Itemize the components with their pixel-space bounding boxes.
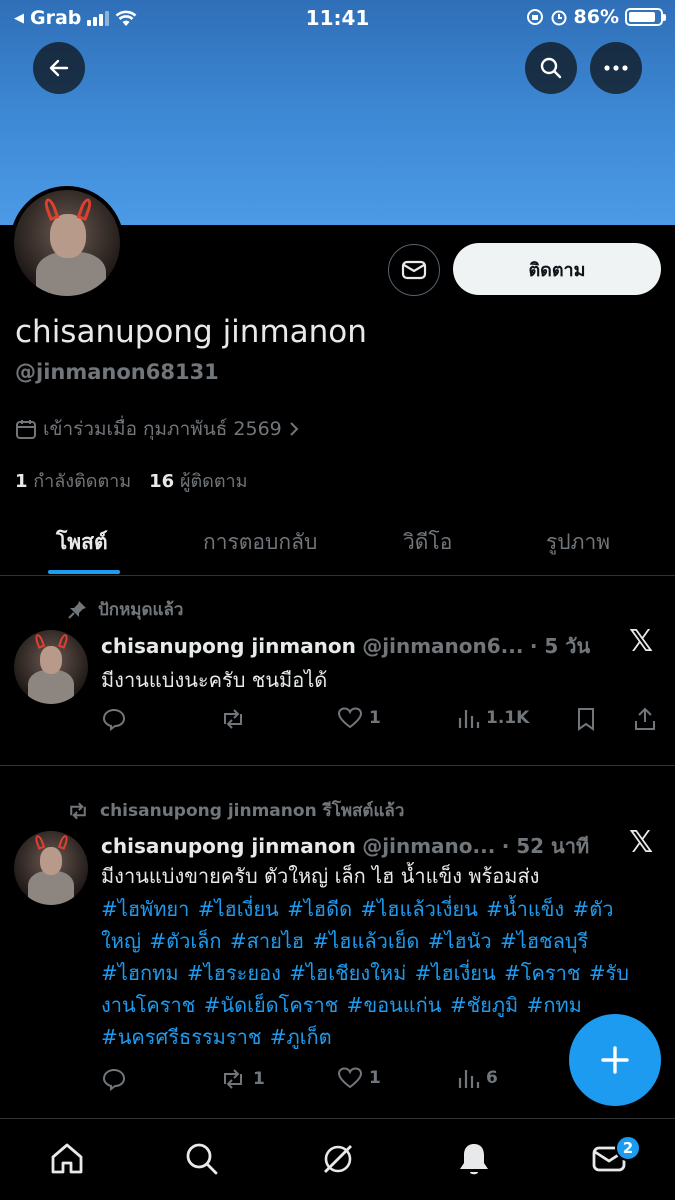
share-icon	[635, 707, 655, 730]
repost-button[interactable]: 1	[219, 1066, 265, 1092]
nav-notifications[interactable]	[454, 1139, 494, 1179]
heart-icon	[337, 707, 363, 729]
search-button[interactable]	[525, 42, 577, 94]
alarm-icon	[551, 10, 567, 26]
home-icon	[51, 1143, 83, 1174]
bell-icon	[460, 1144, 488, 1175]
bottom-nav	[0, 1118, 675, 1200]
x-logo-icon: 𝕏	[629, 825, 654, 860]
pinned-label: ปักหมุดแล้ว	[98, 600, 184, 620]
active-tab-indicator	[48, 570, 120, 574]
compose-button[interactable]	[569, 1014, 661, 1106]
views-button[interactable]: 1.1K	[456, 706, 529, 730]
view-count: 1.1K	[486, 708, 530, 728]
repost-label[interactable]: chisanupong jinmanon รีโพสต์แล้ว	[100, 797, 404, 824]
heart-icon	[337, 1067, 363, 1089]
repost-icon	[224, 1069, 242, 1089]
post-avatar[interactable]	[14, 630, 88, 704]
repost-icon	[224, 709, 242, 729]
share-button[interactable]	[633, 706, 657, 732]
followers-label: ผู้ติดตาม	[179, 471, 248, 492]
tab-replies[interactable]: การตอบกลับ	[203, 526, 317, 559]
repost-count: 1	[253, 1069, 265, 1089]
post-author-name[interactable]: chisanupong jinmanon	[101, 834, 356, 858]
profile-tabs: โพสต์ การตอบกลับ วิดีโอ รูปภาพ	[0, 508, 675, 576]
messages-badge: 2	[615, 1135, 641, 1161]
repost-icon	[70, 802, 86, 819]
bookmark-icon	[578, 708, 594, 731]
profile-handle: @jinmanon68131	[15, 360, 219, 384]
calendar-icon	[16, 420, 36, 439]
orientation-lock-icon	[526, 9, 543, 25]
post-time[interactable]: · 5 วัน	[530, 634, 590, 658]
post-actions: 1 1.1K	[101, 706, 661, 734]
reply-button[interactable]	[101, 706, 127, 732]
envelope-icon	[401, 260, 427, 280]
battery-percent: 86%	[573, 6, 619, 28]
profile-avatar[interactable]	[10, 186, 124, 300]
post-time[interactable]: · 52 นาที	[502, 834, 589, 858]
tab-videos[interactable]: วิดีโอ	[403, 526, 452, 559]
nav-grok[interactable]	[318, 1139, 358, 1179]
plus-icon	[601, 1046, 629, 1074]
analytics-icon	[458, 1070, 480, 1088]
search-icon	[186, 1143, 218, 1175]
post-header: chisanupong jinmanon @jinmanon6... · 5 ว…	[101, 630, 590, 662]
following-link[interactable]: 1 กำลังติดตาม	[15, 466, 131, 495]
joined-label: เข้าร่วมเมื่อ กุมภาพันธ์ 2569	[43, 418, 282, 440]
post-hashtags[interactable]: #ไฮพัทยา #ไฮเงี่ยน #ไฮดีด #ไฮแล้วเงี่ยน …	[101, 893, 646, 1053]
post-author-name[interactable]: chisanupong jinmanon	[101, 634, 356, 658]
search-icon	[540, 57, 562, 79]
post-author-handle: @jinmanon6...	[362, 634, 524, 658]
x-logo-icon: 𝕏	[629, 624, 654, 659]
nav-search[interactable]	[182, 1139, 222, 1179]
status-bar: ◀ Grab 11:41 86%	[0, 0, 675, 36]
post-text: มีงานแบ่งนะครับ ชนมือได้	[101, 668, 328, 692]
tab-posts[interactable]: โพสต์	[56, 526, 108, 559]
pin-icon	[68, 600, 86, 619]
follow-button[interactable]: ติดตาม	[453, 243, 661, 295]
post-text: มีงานแบ่งขายครับ ตัวใหญ่ เล็ก ไฮ น้ำแข็ง…	[101, 864, 540, 888]
post-header: chisanupong jinmanon @jinmano... · 52 นา…	[101, 830, 589, 862]
arrow-left-icon	[49, 59, 69, 77]
reply-icon	[102, 708, 126, 731]
following-label: กำลังติดตาม	[33, 471, 132, 492]
follow-stats: 1 กำลังติดตาม 16 ผู้ติดตาม	[15, 466, 248, 495]
joined-date[interactable]: เข้าร่วมเมื่อ กุมภาพันธ์ 2569	[15, 414, 300, 444]
post-divider	[0, 765, 675, 766]
profile-name: chisanupong jinmanon	[15, 314, 367, 350]
back-button[interactable]	[33, 42, 85, 94]
followers-count: 16	[149, 471, 175, 492]
nav-home[interactable]	[47, 1139, 87, 1179]
bookmark-button[interactable]	[575, 706, 597, 732]
battery-icon	[625, 8, 666, 26]
followers-link[interactable]: 16 ผู้ติดตาม	[149, 466, 247, 495]
chevron-right-icon	[290, 422, 299, 436]
more-options-button[interactable]	[590, 42, 642, 94]
like-button[interactable]: 1	[337, 1066, 381, 1090]
post-avatar[interactable]	[14, 831, 88, 905]
tab-photos[interactable]: รูปภาพ	[546, 526, 610, 559]
views-button[interactable]: 6	[456, 1066, 498, 1090]
pinned-context: ปักหมุดแล้ว	[66, 596, 183, 623]
message-button[interactable]	[388, 244, 440, 296]
reply-button[interactable]	[101, 1066, 127, 1092]
analytics-icon	[458, 710, 480, 728]
following-count: 1	[15, 471, 28, 492]
view-count: 6	[486, 1068, 498, 1088]
post-author-handle: @jinmano...	[362, 834, 496, 858]
like-count: 1	[369, 708, 381, 728]
grok-icon	[324, 1145, 352, 1173]
repost-context: chisanupong jinmanon รีโพสต์แล้ว	[66, 797, 404, 824]
reply-icon	[102, 1068, 126, 1091]
like-button[interactable]: 1	[337, 706, 381, 730]
repost-button[interactable]	[219, 706, 247, 732]
like-count: 1	[369, 1068, 381, 1088]
more-horizontal-icon	[604, 65, 628, 71]
